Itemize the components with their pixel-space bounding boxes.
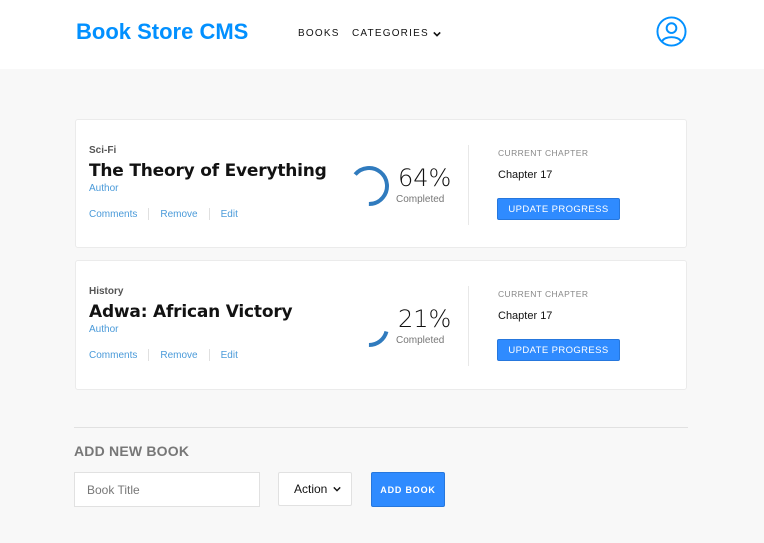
vertical-divider: [468, 145, 469, 225]
section-divider: [74, 427, 688, 428]
book-author[interactable]: Author: [89, 183, 118, 194]
book-card: Sci-Fi The Theory of Everything Author C…: [75, 119, 687, 248]
edit-button[interactable]: Edit: [221, 350, 238, 361]
edit-button[interactable]: Edit: [221, 209, 238, 220]
action-divider: [208, 349, 210, 361]
header: Book Store CMS BOOKS CATEGORIES: [0, 0, 764, 69]
comments-button[interactable]: Comments: [89, 209, 137, 220]
book-actions: Comments Remove Edit: [89, 208, 238, 220]
update-progress-button[interactable]: UPDATE PROGRESS: [497, 339, 620, 361]
progress-ring: [349, 307, 389, 347]
nav-categories-label: CATEGORIES: [352, 28, 429, 39]
action-divider: [148, 208, 150, 220]
current-chapter-value: Chapter 17: [498, 169, 553, 181]
book-category: Sci-Fi: [89, 145, 117, 156]
app-logo[interactable]: Book Store CMS: [76, 19, 248, 45]
comments-button[interactable]: Comments: [89, 350, 137, 361]
book-category: History: [89, 286, 124, 297]
book-title: Adwa: African Victory: [89, 302, 293, 322]
current-chapter-label: CURRENT CHAPTER: [498, 289, 589, 299]
progress-percent: 21%: [398, 305, 452, 333]
action-divider: [148, 349, 150, 361]
chevron-down-icon: [333, 486, 342, 492]
current-chapter-label: CURRENT CHAPTER: [498, 148, 589, 158]
current-chapter-value: Chapter 17: [498, 310, 553, 322]
vertical-divider: [468, 286, 469, 366]
book-card: History Adwa: African Victory Author Com…: [75, 260, 687, 390]
action-divider: [208, 208, 210, 220]
update-progress-button[interactable]: UPDATE PROGRESS: [497, 198, 620, 220]
add-book-button[interactable]: ADD BOOK: [371, 472, 445, 507]
progress-percent: 64%: [398, 164, 452, 192]
remove-button[interactable]: Remove: [160, 350, 197, 361]
progress-ring: [349, 166, 389, 206]
nav-books-link[interactable]: BOOKS: [298, 28, 340, 39]
book-title-input[interactable]: [74, 472, 260, 507]
add-book-heading: ADD NEW BOOK: [74, 443, 190, 459]
progress-completed-label: Completed: [396, 335, 445, 346]
category-select[interactable]: Action: [278, 472, 352, 506]
book-title: The Theory of Everything: [89, 161, 327, 181]
category-select-value: Action: [294, 482, 328, 496]
book-author[interactable]: Author: [89, 324, 118, 335]
progress-completed-label: Completed: [396, 194, 445, 205]
remove-button[interactable]: Remove: [160, 209, 197, 220]
book-actions: Comments Remove Edit: [89, 349, 238, 361]
nav-categories-dropdown[interactable]: CATEGORIES: [352, 28, 441, 39]
user-circle-icon[interactable]: [656, 16, 687, 47]
chevron-down-icon: [433, 31, 441, 37]
